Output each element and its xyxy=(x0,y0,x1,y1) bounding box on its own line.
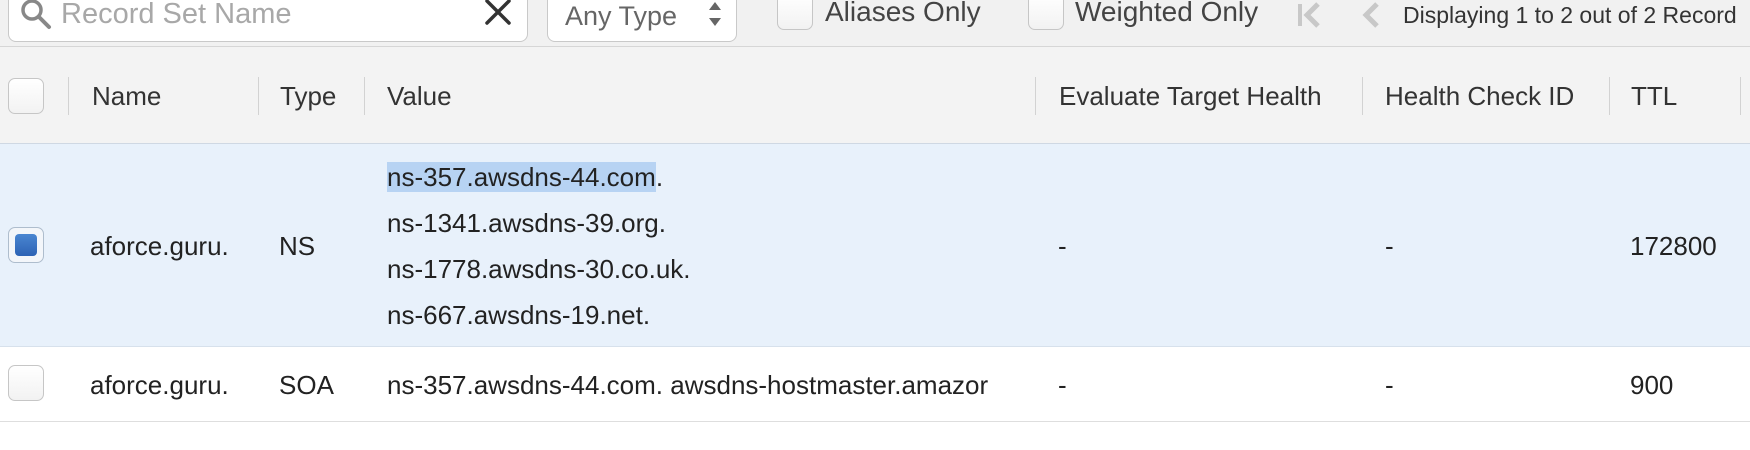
row-checkbox-checked[interactable] xyxy=(8,227,44,263)
record-type: NS xyxy=(279,231,316,261)
checkbox-check-mark xyxy=(15,234,37,256)
table-row[interactable]: aforce.guru. SOA ns-357.awsdns-44.com. a… xyxy=(0,347,1750,422)
filter-toolbar: Any Type Aliases Only Weighted Only Disp… xyxy=(0,0,1750,47)
column-header-health-check-id[interactable]: Health Check ID xyxy=(1385,81,1574,112)
type-filter-value: Any Type xyxy=(565,1,678,31)
record-value-line: ns-667.awsdns-19.net. xyxy=(387,300,651,330)
row-checkbox[interactable] xyxy=(8,365,44,401)
record-set-name-input[interactable] xyxy=(61,0,481,31)
health-check-id-value: - xyxy=(1385,231,1394,261)
weighted-only-checkbox[interactable] xyxy=(1028,0,1064,30)
column-divider xyxy=(364,77,365,115)
column-divider xyxy=(1362,77,1363,115)
column-divider xyxy=(68,77,69,115)
column-header-evaluate-target-health[interactable]: Evaluate Target Health xyxy=(1059,81,1322,112)
search-icon xyxy=(21,0,51,29)
column-header-type[interactable]: Type xyxy=(280,81,336,112)
updown-arrows-icon xyxy=(709,2,721,26)
record-value: ns-357.awsdns-44.com. awsdns-hostmaster.… xyxy=(387,370,989,400)
first-page-icon[interactable] xyxy=(1294,0,1328,30)
column-header-name[interactable]: Name xyxy=(92,81,161,112)
record-type: SOA xyxy=(279,370,334,400)
selected-text-suffix: . xyxy=(655,162,664,192)
table-header: Name Type Value Evaluate Target Health H… xyxy=(0,47,1750,144)
record-value-line: ns-357.awsdns-44.com. xyxy=(387,162,663,193)
select-all-checkbox[interactable] xyxy=(8,78,44,114)
column-divider xyxy=(1035,77,1036,115)
close-icon[interactable] xyxy=(481,0,515,29)
ttl-value: 172800 xyxy=(1630,231,1717,261)
column-divider xyxy=(258,77,259,115)
column-divider xyxy=(1740,77,1741,115)
record-value-line: ns-1778.awsdns-30.co.uk. xyxy=(387,254,691,284)
evaluate-target-health-value: - xyxy=(1058,370,1067,400)
aliases-only-checkbox[interactable] xyxy=(777,0,813,30)
table-row[interactable]: aforce.guru. NS ns-357.awsdns-44.com. ns… xyxy=(0,144,1750,347)
column-header-ttl[interactable]: TTL xyxy=(1631,81,1677,112)
record-name: aforce.guru. xyxy=(90,231,229,261)
search-box[interactable] xyxy=(8,0,528,42)
pager-status: Displaying 1 to 2 out of 2 Record xyxy=(1403,2,1737,28)
health-check-id-value: - xyxy=(1385,370,1394,400)
aliases-only-label: Aliases Only xyxy=(825,0,981,27)
type-filter-select[interactable]: Any Type xyxy=(547,0,737,42)
column-divider xyxy=(1609,77,1610,115)
selected-text: ns-357.awsdns-44.com xyxy=(387,162,656,192)
evaluate-target-health-value: - xyxy=(1058,231,1067,261)
record-name: aforce.guru. xyxy=(90,370,229,400)
previous-page-icon[interactable] xyxy=(1355,0,1389,30)
ttl-value: 900 xyxy=(1630,370,1674,400)
weighted-only-label: Weighted Only xyxy=(1075,0,1259,27)
column-header-value[interactable]: Value xyxy=(387,81,452,112)
record-value-line: ns-1341.awsdns-39.org. xyxy=(387,208,666,238)
